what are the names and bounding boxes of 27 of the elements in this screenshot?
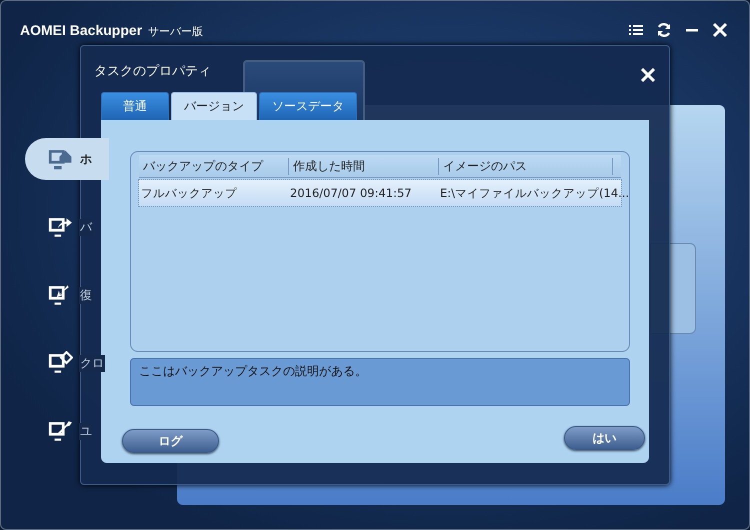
column-header[interactable]: イメージのパス: [438, 158, 613, 174]
tab[interactable]: ソースデータ: [259, 92, 357, 120]
clone-monitor-icon: [47, 351, 73, 375]
refresh-icon[interactable]: [656, 22, 672, 38]
tab[interactable]: バージョン: [171, 92, 257, 120]
edition-label: サーバー版: [148, 24, 204, 39]
table-cell-text: 2016/07/07 09:41:57: [289, 186, 413, 200]
log-button[interactable]: ログ: [122, 429, 219, 453]
close-icon[interactable]: [641, 68, 655, 82]
dialog-title: タスクのプロパティ: [94, 63, 211, 80]
column-header[interactable]: 作成した時間: [288, 158, 438, 174]
home-monitor-icon: [47, 147, 73, 171]
tools-monitor-icon: [47, 419, 73, 443]
sidebar-item[interactable]: ホ: [25, 138, 109, 180]
table-cell-text: E:\マイファイルバックアップ(14...: [439, 186, 630, 200]
close-icon[interactable]: [712, 22, 728, 38]
table-cell-text: フルバックアップ: [140, 186, 238, 200]
share-monitor-icon: [47, 215, 73, 239]
column-header[interactable]: バックアップのタイプ: [139, 158, 288, 174]
sidebar-item[interactable]: バ: [25, 206, 109, 248]
sidebar-item[interactable]: ユ: [25, 410, 109, 452]
sidebar-item[interactable]: クロ: [25, 342, 109, 384]
description-box: ここはバックアップタスクの説明がある。: [130, 358, 630, 406]
window-title: AOMEI Backupper: [20, 22, 142, 38]
tab[interactable]: 普通: [101, 92, 169, 120]
menu-icon[interactable]: [628, 22, 644, 38]
ok-button[interactable]: はい: [564, 426, 645, 450]
